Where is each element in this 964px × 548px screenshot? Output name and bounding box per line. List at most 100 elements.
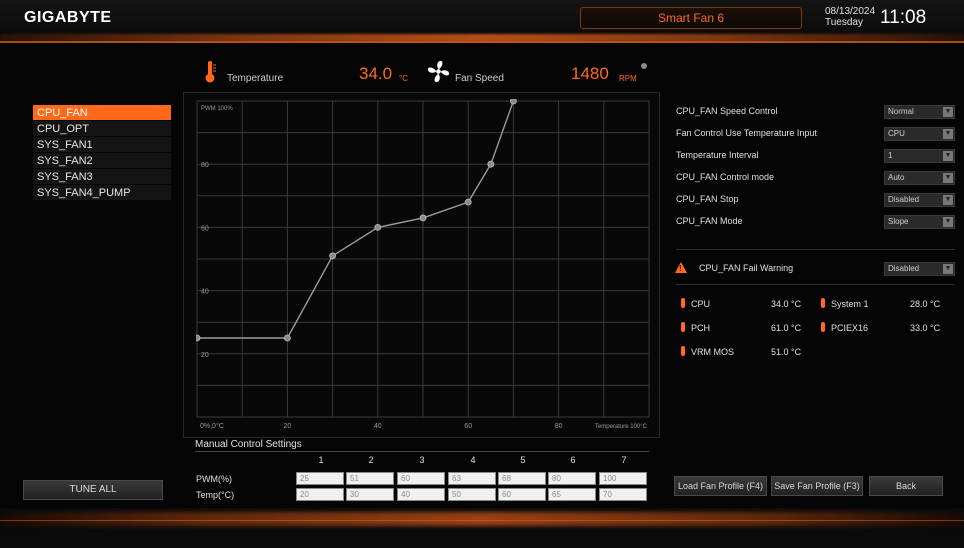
- fan-item-sys-fan3[interactable]: SYS_FAN3: [33, 169, 171, 185]
- fan-list: CPU_FAN CPU_OPT SYS_FAN1 SYS_FAN2 SYS_FA…: [33, 105, 171, 201]
- temp-cell-6[interactable]: 65: [548, 488, 596, 501]
- cpu-temp-icon: [681, 298, 685, 308]
- fan-stop-dropdown[interactable]: Disabled ▼: [884, 193, 955, 207]
- y-tick-label: 20: [201, 352, 209, 359]
- fan-speed-value: 1480: [571, 64, 609, 83]
- fan-item-sys-fan1[interactable]: SYS_FAN1: [33, 137, 171, 153]
- temp-cell-7[interactable]: 70: [599, 488, 647, 501]
- pwm-cell-6[interactable]: 80: [548, 472, 596, 485]
- bottom-divider: [0, 520, 964, 521]
- fan-item-sys-fan4-pump[interactable]: SYS_FAN4_PUMP: [33, 185, 171, 201]
- temp-cell-3[interactable]: 40: [397, 488, 445, 501]
- setting-label-fan-mode: CPU_FAN Mode: [676, 216, 743, 226]
- control-mode-value: Auto: [888, 173, 905, 182]
- curve-point[interactable]: [196, 334, 201, 342]
- tune-all-button[interactable]: TUNE ALL: [23, 480, 163, 500]
- pwm-cell-5[interactable]: 68: [498, 472, 546, 485]
- fan-mode-dropdown[interactable]: Slope ▼: [884, 215, 955, 229]
- y-tick-label: 80: [201, 162, 209, 169]
- x-tick-label: 60: [464, 423, 472, 430]
- temp-cell-5[interactable]: 60: [498, 488, 546, 501]
- temp-interval-dropdown[interactable]: 1 ▼: [884, 149, 955, 163]
- vrm-temp-icon: [681, 346, 685, 356]
- setting-label-control-mode: CPU_FAN Control mode: [676, 172, 775, 182]
- temp-cell-4[interactable]: 50: [448, 488, 496, 501]
- curve-point[interactable]: [374, 223, 382, 231]
- pwm-cell-1[interactable]: 25: [296, 472, 344, 485]
- pwm-row-label: PWM(%): [196, 474, 232, 484]
- system1-temp-name: System 1: [831, 299, 869, 309]
- temp-input-dropdown[interactable]: CPU ▼: [884, 127, 955, 141]
- warning-divider: [676, 284, 955, 285]
- temperature-value: 34.0: [359, 64, 393, 83]
- manual-col-6: 6: [570, 455, 576, 465]
- clock: 11:08: [880, 7, 927, 28]
- x-tick-label: 40: [374, 423, 382, 430]
- chevron-down-icon: ▼: [943, 107, 953, 117]
- curve-point[interactable]: [510, 99, 517, 105]
- x-axis-title: Temperature 100°C: [595, 424, 648, 430]
- chevron-down-icon: ▼: [943, 173, 953, 183]
- chevron-down-icon: ▼: [943, 217, 953, 227]
- pciex16-temp-name: PCIEX16: [831, 323, 869, 333]
- y-tick-label: 60: [201, 225, 209, 232]
- temperature-unit: °C: [399, 74, 408, 83]
- curve-point[interactable]: [487, 160, 495, 168]
- fan-icon: [427, 60, 450, 83]
- y-tick-label: 40: [201, 289, 209, 296]
- load-fan-profile-button[interactable]: Load Fan Profile (F4): [674, 476, 767, 496]
- x-tick-label: 0%,0°C: [200, 422, 224, 430]
- fan-speed-label: Fan Speed: [455, 73, 504, 84]
- fan-stop-value: Disabled: [888, 195, 920, 204]
- top-divider: [0, 41, 964, 43]
- manual-col-3: 3: [419, 455, 425, 465]
- temp-row-label: Temp(°C): [196, 490, 235, 500]
- fan-item-cpu-opt[interactable]: CPU_OPT: [33, 121, 171, 137]
- pwm-cell-3[interactable]: 60: [397, 472, 445, 485]
- setting-label-temp-interval: Temperature Interval: [676, 150, 759, 160]
- thermometer-icon: [205, 61, 216, 83]
- speed-control-dropdown[interactable]: Normal ▼: [884, 105, 955, 119]
- manual-col-2: 2: [368, 455, 374, 465]
- pch-temp-value: 61.0 °C: [771, 323, 802, 333]
- pch-temp-icon: [681, 322, 685, 332]
- save-fan-profile-button[interactable]: Save Fan Profile (F3): [771, 476, 863, 496]
- fan-curve-graph[interactable]: 80 60 40 20 PWM 100% 0%,0°C 20 40 60 80 Temperatur…: [196, 99, 651, 433]
- fail-warning-dropdown[interactable]: Disabled ▼: [884, 262, 955, 276]
- y-axis-title: PWM 100%: [201, 106, 233, 112]
- manual-col-7: 7: [621, 455, 627, 465]
- manual-col-4: 4: [470, 455, 476, 465]
- system1-temp-icon: [821, 298, 825, 308]
- date-text: 08/13/2024: [825, 6, 876, 17]
- fan-curve-line: [197, 100, 515, 339]
- pch-temp-name: PCH: [691, 323, 711, 333]
- fan-item-sys-fan2[interactable]: SYS_FAN2: [33, 153, 171, 169]
- manual-col-5: 5: [520, 455, 526, 465]
- settings-divider: [676, 249, 955, 250]
- back-button[interactable]: Back: [869, 476, 943, 496]
- curve-point[interactable]: [419, 214, 427, 222]
- pwm-cell-4[interactable]: 63: [448, 472, 496, 485]
- temp-cell-2[interactable]: 30: [346, 488, 394, 501]
- system1-temp-value: 28.0 °C: [910, 299, 941, 309]
- curve-point[interactable]: [284, 334, 291, 342]
- mode-title[interactable]: Smart Fan 6: [580, 7, 802, 29]
- pwm-cell-2[interactable]: 51: [346, 472, 394, 485]
- manual-col-1: 1: [318, 455, 324, 465]
- temp-interval-value: 1: [888, 151, 893, 160]
- fan-mode-value: Slope: [888, 217, 909, 226]
- fail-warning-label: CPU_FAN Fail Warning: [699, 263, 794, 273]
- temp-cell-1[interactable]: 20: [296, 488, 344, 501]
- control-mode-dropdown[interactable]: Auto ▼: [884, 171, 955, 185]
- cpu-temp-value: 34.0 °C: [771, 299, 802, 309]
- setting-label-temp-input: Fan Control Use Temperature Input: [676, 128, 817, 138]
- fan-item-cpu-fan[interactable]: CPU_FAN: [33, 105, 171, 121]
- day-text: Tuesday: [825, 17, 863, 28]
- chevron-down-icon: ▼: [943, 129, 953, 139]
- pwm-cell-7[interactable]: 100: [599, 472, 647, 485]
- curve-point[interactable]: [464, 198, 472, 206]
- setting-label-fan-stop: CPU_FAN Stop: [676, 194, 739, 204]
- curve-point[interactable]: [329, 252, 337, 260]
- temp-input-value: CPU: [888, 129, 905, 138]
- temperature-label: Temperature: [227, 73, 284, 84]
